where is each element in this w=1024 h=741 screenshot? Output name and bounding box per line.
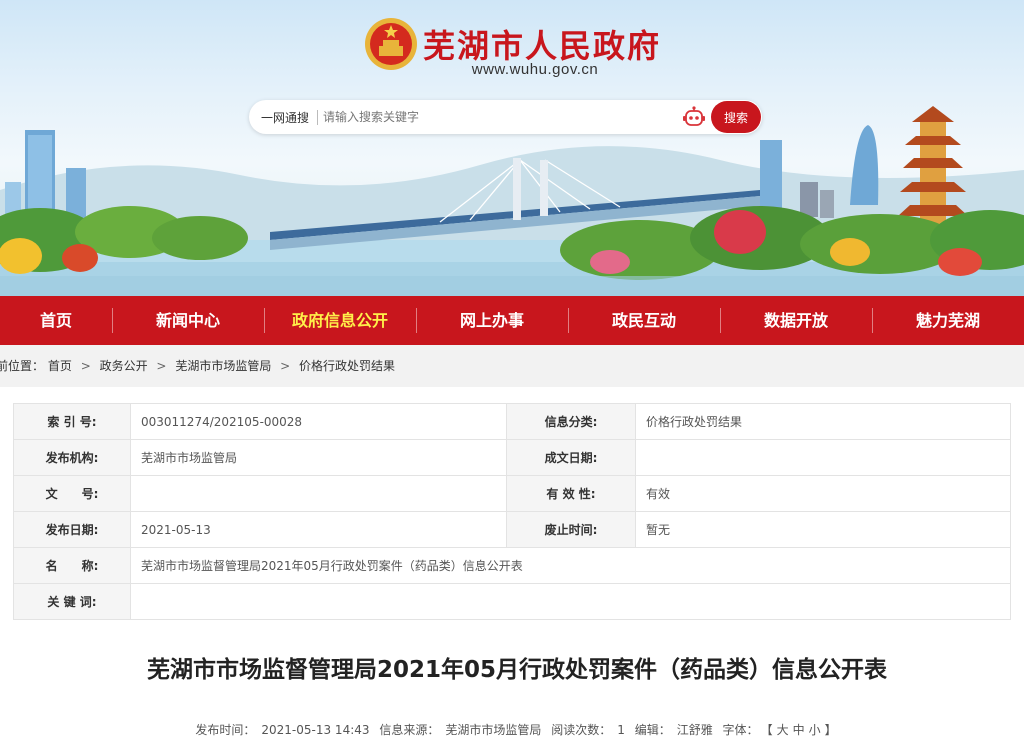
index-number-label: 索 引 号: (13, 403, 131, 440)
breadcrumb-separator: > (80, 359, 91, 373)
publisher-value: 芜湖市市场监管局 (130, 439, 507, 476)
nav-item-online-services[interactable]: 网上办事 (416, 296, 568, 345)
article-title: 芜湖市市场监督管理局2021年05月行政处罚案件（药品类）信息公开表 (146, 657, 888, 683)
document-name-value: 芜湖市市场监督管理局2021年05月行政处罚案件（药品类）信息公开表 (130, 547, 1011, 584)
index-number-value: 003011274/202105-00028 (130, 403, 507, 440)
validity-value: 有效 (635, 475, 1011, 512)
font-size-bracket-open: 【 (766, 723, 773, 737)
breadcrumb: 前位置： 首页 > 政务公开 > 芜湖市市场监管局 > 价格行政处罚结果 (0, 345, 1024, 387)
nav-item-gov-public-interaction[interactable]: 政民互动 (568, 296, 720, 345)
category-label: 信息分类: (506, 403, 636, 440)
nav-item-charming-wuhu[interactable]: 魅力芜湖 (872, 296, 1024, 345)
written-date-value (635, 439, 1011, 476)
keywords-label: 关 键 词: (13, 583, 131, 620)
editor-value: 江舒雅 (676, 723, 713, 737)
search-button[interactable]: 搜索 (711, 101, 761, 133)
table-row: 名 称: 芜湖市市场监督管理局2021年05月行政处罚案件（药品类）信息公开表 (13, 547, 1011, 584)
view-count-label: 阅读次数： (551, 723, 612, 737)
font-size-large-button[interactable]: 大 (777, 723, 789, 737)
table-row: 发布机构: 芜湖市市场监管局 成文日期: (13, 439, 1011, 476)
publisher-label: 发布机构: (13, 439, 131, 476)
document-number-value (130, 475, 507, 512)
document-number-label: 文 号: (13, 475, 131, 512)
abolish-time-value: 暂无 (635, 511, 1011, 548)
abolish-time-label: 废止时间: (506, 511, 636, 548)
main-nav: 首页 新闻中心 政府信息公开 网上办事 政民互动 数据开放 魅力芜湖 (0, 296, 1024, 345)
search-input[interactable] (323, 106, 663, 128)
pagoda (898, 106, 968, 230)
category-value: 价格行政处罚结果 (635, 403, 1011, 440)
article-meta: 发布时间： 2021-05-13 14:43 信息来源： 芜湖市市场监管局 阅读次数… (0, 721, 1024, 738)
font-size-small-button[interactable]: 小 (809, 723, 821, 737)
breadcrumb-separator: > (280, 359, 291, 373)
validity-label: 有 效 性: (506, 475, 636, 512)
written-date-label: 成文日期: (506, 439, 636, 476)
publish-date-label: 发布日期: (13, 511, 131, 548)
font-size-medium-button[interactable]: 中 (793, 723, 805, 737)
breadcrumb-label: 前位置： (0, 359, 45, 373)
site-url: www.wuhu.gov.cn (471, 61, 599, 78)
robot-assistant-icon[interactable] (682, 106, 706, 128)
nav-item-home[interactable]: 首页 (0, 296, 112, 345)
publish-date-value: 2021-05-13 (130, 511, 507, 548)
table-row: 关 键 词: (13, 583, 1011, 620)
table-row: 文 号: 有 效 性: 有效 (13, 475, 1011, 512)
publish-time-label: 发布时间： (195, 723, 256, 737)
breadcrumb-item-penalty-results[interactable]: 价格行政处罚结果 (299, 345, 395, 387)
nav-item-open-data[interactable]: 数据开放 (720, 296, 872, 345)
font-size-bracket-close: 】 (824, 723, 837, 737)
search-bar: 一网通搜 搜索 (249, 100, 762, 134)
font-size-label: 字体： (722, 723, 759, 737)
table-row: 发布日期: 2021-05-13 废止时间: 暂无 (13, 511, 1011, 548)
document-name-label: 名 称: (13, 547, 131, 584)
breadcrumb-item-home[interactable]: 首页 (48, 345, 72, 387)
table-row: 索 引 号: 003011274/202105-00028 信息分类: 价格行政… (13, 403, 1011, 440)
breadcrumb-item-gov-affairs[interactable]: 政务公开 (100, 345, 148, 387)
header-banner: 芜湖市人民政府 www.wuhu.gov.cn 一网通搜 搜索 (0, 0, 1024, 296)
document-info-table: 索 引 号: 003011274/202105-00028 信息分类: 价格行政… (13, 403, 1011, 620)
info-source-value: 芜湖市市场监管局 (445, 723, 542, 737)
nav-item-gov-info-disclosure[interactable]: 政府信息公开 (264, 296, 416, 345)
publish-time-value: 2021-05-13 14:43 (261, 723, 370, 737)
breadcrumb-item-market-bureau[interactable]: 芜湖市市场监管局 (175, 345, 271, 387)
search-divider (317, 110, 318, 125)
nav-item-news-center[interactable]: 新闻中心 (112, 296, 264, 345)
view-count-value: 1 (617, 723, 625, 737)
editor-label: 编辑： (634, 723, 671, 737)
info-source-label: 信息来源： (379, 723, 440, 737)
breadcrumb-separator: > (156, 359, 167, 373)
search-scope-label[interactable]: 一网通搜 (261, 109, 309, 126)
keywords-value (130, 583, 1011, 620)
